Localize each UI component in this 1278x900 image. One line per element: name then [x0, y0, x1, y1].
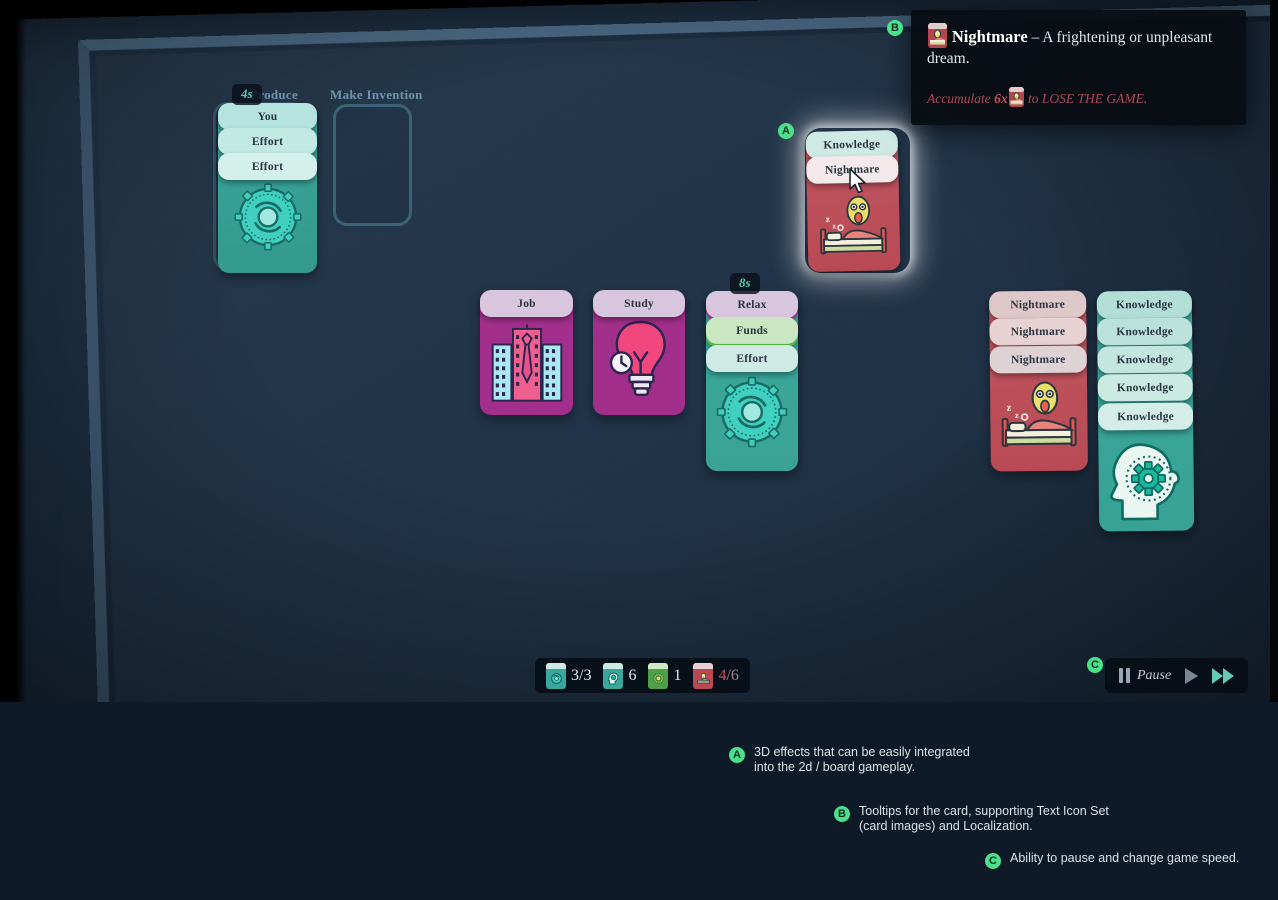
tooltip-header: Nightmare – A frightening or unpleasant …: [927, 23, 1230, 69]
resource-funds-value: 1: [673, 666, 682, 684]
card-nightmare-3[interactable]: Nightmare: [989, 345, 1087, 374]
caption-a-line2: into the 2d / board gameplay.: [754, 760, 915, 774]
tooltip-rule-count: 6x: [994, 91, 1008, 106]
caption-badge-b: B: [834, 806, 850, 822]
slot-label-make-invention: Make Invention: [330, 87, 423, 102]
left-dark-edge: [0, 0, 26, 702]
tooltip-rule-prefix: Accumulate: [927, 91, 991, 106]
card-knowledge-1[interactable]: Knowledge: [1096, 290, 1193, 319]
annotation-badge-b: B: [887, 20, 903, 36]
nightmare-card-icon: [1008, 87, 1024, 107]
timer-badge-relax: 8s: [730, 273, 760, 294]
svg-text:z: z: [826, 215, 830, 225]
gear-card-icon: [546, 662, 566, 689]
pause-button[interactable]: Pause: [1119, 668, 1171, 684]
caption-a-text: 3D effects that can be easily integrated…: [754, 745, 970, 775]
card-produce-effort-1[interactable]: Effort: [218, 128, 317, 155]
tooltip-rule: Accumulate 6x to LOSE THE GAME.: [927, 87, 1230, 109]
resource-bar: 3/3 6 1 4/6: [535, 658, 750, 693]
resource-funds[interactable]: 1: [648, 662, 682, 689]
resource-knowledge[interactable]: 6: [603, 662, 637, 689]
card-knowledge-4[interactable]: Knowledge: [1097, 373, 1193, 402]
resource-knowledge-value: 6: [628, 666, 637, 684]
card-study[interactable]: Study: [593, 290, 685, 415]
funds-card-icon: [648, 662, 669, 689]
resource-nightmare-value: 4/6: [718, 667, 738, 685]
card-job-label[interactable]: Job: [480, 290, 573, 317]
resource-nightmare-max: /6: [726, 666, 739, 684]
nightmare-card-icon: [693, 662, 714, 689]
stack-produce[interactable]: You Effort Effort: [218, 103, 317, 273]
card-relax-funds[interactable]: Funds: [706, 317, 798, 344]
tooltip-rule-suffix: to LOSE THE GAME.: [1027, 91, 1148, 106]
card-nightmare-2[interactable]: Nightmare: [989, 317, 1087, 346]
caption-b: B Tooltips for the card, supporting Text…: [834, 804, 1109, 834]
screenshot-root: Produce 4s You Effort Effort Make Invent…: [0, 0, 1278, 900]
tooltip-dash: –: [1031, 29, 1040, 46]
caption-a: A 3D effects that can be easily integrat…: [729, 745, 970, 775]
head-card-icon: [603, 662, 624, 689]
svg-text:z: z: [1006, 403, 1011, 414]
caption-c: C Ability to pause and change game speed…: [985, 851, 1239, 869]
caption-b-line1: Tooltips for the card, supporting Text I…: [859, 804, 1109, 818]
resource-effort[interactable]: 3/3: [546, 662, 592, 689]
annotation-caption-area: A 3D effects that can be easily integrat…: [0, 702, 1278, 900]
stack-nightmare[interactable]: z z Nightmare Nightmare Nightmare: [989, 290, 1088, 472]
caption-badge-c: C: [985, 853, 1001, 869]
nightmare-bed-icon: z z: [806, 174, 900, 272]
card-knowledge-2[interactable]: Knowledge: [1097, 317, 1193, 346]
caption-b-text: Tooltips for the card, supporting Text I…: [859, 804, 1109, 834]
timer-badge-produce: 4s: [232, 84, 262, 105]
card-produce-effort-2[interactable]: Effort: [218, 153, 317, 180]
head-gear-icon: [1098, 426, 1194, 532]
svg-text:z: z: [832, 221, 836, 230]
nightmare-card-icon: [928, 23, 947, 48]
caption-b-line2: (card images) and Localization.: [859, 819, 1033, 833]
annotation-badge-a: A: [778, 123, 794, 139]
speed-control-bar: Pause: [1105, 658, 1249, 693]
caption-a-line1: 3D effects that can be easily integrated: [754, 745, 970, 759]
fast-forward-icon[interactable]: [1212, 667, 1235, 684]
play-icon[interactable]: [1185, 667, 1199, 684]
stack-relax[interactable]: Relax Funds Effort: [706, 291, 798, 471]
card-knowledge-5[interactable]: Knowledge: [1097, 402, 1194, 431]
lightbulb-clock-icon: [593, 308, 685, 415]
card-relax-label[interactable]: Relax: [706, 291, 798, 318]
office-buildings-icon: [480, 312, 573, 415]
caption-c-text: Ability to pause and change game speed.: [1010, 851, 1240, 865]
caption-badge-a: A: [729, 747, 745, 763]
slot-outline-make-invention[interactable]: [333, 104, 412, 226]
resource-effort-value: 3/3: [571, 666, 592, 684]
right-dark-edge: [1270, 0, 1278, 702]
svg-text:z: z: [1014, 410, 1018, 420]
resource-nightmare[interactable]: 4/6: [693, 662, 739, 689]
card-knowledge-3[interactable]: Knowledge: [1097, 345, 1193, 374]
pause-button-label: Pause: [1137, 667, 1172, 683]
card-tooltip: Nightmare – A frightening or unpleasant …: [911, 10, 1246, 125]
stack-hovered-nightmare[interactable]: z z Knowledge Nightmare: [805, 130, 901, 272]
card-produce-you[interactable]: You: [218, 103, 317, 130]
card-job[interactable]: Job: [480, 290, 573, 415]
pause-icon: [1119, 668, 1130, 683]
card-study-label[interactable]: Study: [593, 290, 685, 317]
stack-knowledge[interactable]: Knowledge Knowledge Knowledge Knowledge …: [1096, 290, 1195, 532]
card-relax-effort[interactable]: Effort: [706, 345, 798, 372]
card-hovered-nightmare[interactable]: Nightmare: [806, 155, 899, 184]
annotation-badge-c: C: [1087, 657, 1103, 673]
card-nightmare-1[interactable]: Nightmare: [989, 290, 1087, 319]
tooltip-card-name: Nightmare: [951, 27, 1028, 46]
